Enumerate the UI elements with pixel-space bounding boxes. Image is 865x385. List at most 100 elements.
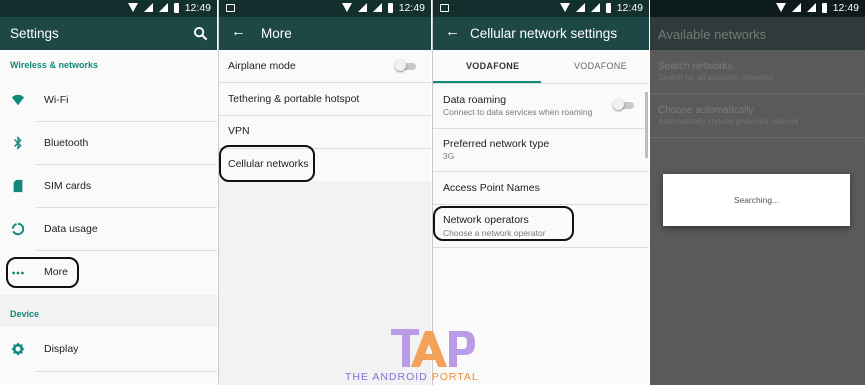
- status-icons: [773, 3, 827, 15]
- settings-item-sim-cards[interactable]: SIM cards: [0, 165, 217, 207]
- status-bar: 12:49: [219, 0, 431, 17]
- settings-item-label: Data usage: [44, 223, 98, 235]
- highlight-more: [6, 257, 79, 288]
- searching-text: Searching...: [733, 195, 780, 205]
- tab-vodafone-1[interactable]: VODAFONE: [466, 61, 519, 71]
- battery-icon: [606, 3, 611, 13]
- signal-icon: [358, 3, 368, 12]
- bluetooth-icon: [14, 136, 22, 150]
- back-arrow-icon[interactable]: ←: [231, 23, 246, 40]
- item-label: Access Point Names: [443, 182, 540, 194]
- status-time: 12:49: [616, 2, 643, 14]
- status-time: 12:49: [398, 2, 425, 14]
- settings-item-bluetooth[interactable]: Bluetooth: [0, 122, 217, 164]
- more-title: More: [261, 26, 292, 41]
- wifi-status-icon: [776, 3, 787, 12]
- divider: [650, 137, 865, 138]
- logo-tagline: THE ANDROID PORTAL: [345, 371, 479, 383]
- highlight-network-operators: [433, 206, 574, 241]
- item-label: Choose automatically: [658, 105, 754, 116]
- wifi-status-icon: [128, 3, 139, 12]
- more-item-airplane-mode[interactable]: Airplane mode: [219, 50, 431, 82]
- tab-vodafone-2[interactable]: VODAFONE: [574, 61, 627, 71]
- signal-icon: [792, 3, 802, 12]
- toggle-thumb: [613, 99, 624, 110]
- status-icons: [557, 3, 611, 15]
- settings-item-label: SIM cards: [44, 180, 92, 192]
- divider: [36, 371, 217, 372]
- available-item-search-networks[interactable]: Search networks Search for all available…: [650, 50, 865, 93]
- data-roaming-toggle[interactable]: [613, 99, 635, 110]
- wifi-icon: [11, 94, 25, 106]
- status-bar: 12:49: [433, 0, 649, 17]
- toggle-thumb: [395, 60, 406, 71]
- airplane-mode-toggle[interactable]: [395, 60, 417, 71]
- signal-icon: [144, 3, 154, 12]
- settings-app-bar: Settings: [0, 17, 217, 50]
- cellular-item-preferred-network-type[interactable]: Preferred network type 3G: [433, 129, 649, 171]
- more-item-vpn[interactable]: VPN: [219, 116, 431, 148]
- settings-title: Settings: [10, 26, 59, 41]
- more-item-label: VPN: [228, 125, 250, 137]
- status-time: 12:49: [184, 2, 211, 14]
- wifi-status-icon: [560, 3, 571, 12]
- item-label: Data roaming: [443, 94, 507, 106]
- cellular-title: Cellular network settings: [470, 26, 618, 41]
- status-time: 12:49: [832, 2, 859, 14]
- available-title: Available networks: [658, 27, 767, 42]
- settings-item-label: Display: [44, 343, 79, 355]
- more-app-bar: ← More: [219, 17, 431, 50]
- section-wireless-networks: Wireless & networks: [10, 60, 98, 70]
- cellular-item-access-point-names[interactable]: Access Point Names: [433, 172, 649, 204]
- settings-screen: 12:49 Settings Wireless & networks Wi-Fi…: [0, 0, 217, 385]
- logo-tagline-part1: THE ANDROID: [345, 371, 432, 383]
- signal-icon: [576, 3, 586, 12]
- more-item-label: Tethering & portable hotspot: [228, 93, 360, 105]
- highlight-cellular-networks: [219, 145, 315, 182]
- scrollbar[interactable]: [645, 92, 648, 158]
- status-bar: 12:49: [0, 0, 217, 17]
- search-icon[interactable]: [193, 26, 208, 41]
- status-bar: 12:49: [650, 0, 865, 17]
- item-summary: Automatically choose preferred network: [658, 117, 799, 126]
- back-arrow-icon[interactable]: ←: [445, 23, 460, 40]
- battery-icon: [822, 3, 827, 13]
- signal-icon-2: [807, 3, 817, 12]
- image-notification-icon: [226, 4, 235, 12]
- logo-tagline-part2: PORTAL: [431, 371, 479, 383]
- signal-icon-2: [159, 3, 169, 12]
- data-usage-icon: [11, 222, 25, 236]
- signal-icon-2: [373, 3, 383, 12]
- cellular-app-bar: ← Cellular network settings: [433, 17, 649, 50]
- brightness-icon: [11, 342, 25, 356]
- more-item-label: Airplane mode: [228, 60, 296, 72]
- status-icons: [339, 3, 393, 15]
- cellular-item-data-roaming[interactable]: Data roaming Connect to data services wh…: [433, 84, 649, 128]
- battery-icon: [174, 3, 179, 13]
- item-summary: 3G: [443, 151, 455, 161]
- settings-item-display[interactable]: Display: [0, 328, 217, 371]
- divider: [433, 247, 649, 248]
- signal-icon-2: [591, 3, 601, 12]
- settings-item-data-usage[interactable]: Data usage: [0, 208, 217, 250]
- item-label: Search networks: [658, 61, 733, 72]
- image-notification-icon: [440, 4, 449, 12]
- settings-item-wifi[interactable]: Wi-Fi: [0, 79, 217, 121]
- settings-item-label: Wi-Fi: [44, 94, 69, 106]
- item-summary: Connect to data services when roaming: [443, 107, 593, 117]
- sim-tabs: VODAFONE VODAFONE: [433, 50, 649, 83]
- settings-item-label: Bluetooth: [44, 137, 89, 149]
- section-device: Device: [10, 309, 40, 319]
- tap-logo-mark: [391, 329, 475, 367]
- sim-card-icon: [13, 179, 23, 193]
- the-android-portal-logo: THE ANDROID PORTAL: [345, 327, 520, 385]
- item-summary: Search for all available networks: [658, 73, 774, 82]
- battery-icon: [388, 3, 393, 13]
- item-label: Preferred network type: [443, 138, 550, 150]
- status-icons: [125, 3, 179, 15]
- available-item-choose-automatically[interactable]: Choose automatically Automatically choos…: [650, 94, 865, 137]
- available-networks-screen: 12:49 Available networks Search networks…: [650, 0, 865, 385]
- wifi-status-icon: [342, 3, 353, 12]
- more-item-tethering[interactable]: Tethering & portable hotspot: [219, 83, 431, 115]
- searching-dialog: Searching...: [663, 174, 850, 226]
